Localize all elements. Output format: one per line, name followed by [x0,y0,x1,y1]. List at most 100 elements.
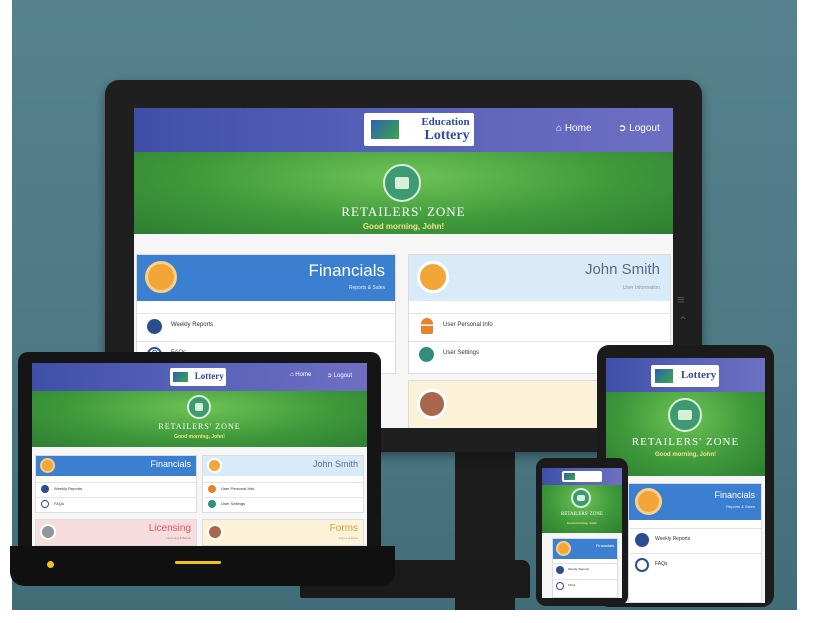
lottery-logo[interactable]: Education Lottery [364,113,474,146]
phone-greeting: Good morning, John! [566,521,598,525]
laptop-user-title: John Smith [312,459,358,469]
tablet-logo-text: Lottery [680,369,717,381]
tablet-faqs-label: FAQs [655,561,668,567]
tablet-weekly-reports-link[interactable]: Weekly Reports [629,528,761,553]
smartphone: RETAILERS' ZONE Good morning, John! Fina… [536,458,628,606]
nav-home-label: Home [564,123,592,134]
tablet-hero: RETAILERS' ZONE Good morning, John! [606,392,765,476]
tablet-screen: Lottery RETAILERS' ZONE Good morning, Jo… [606,358,765,603]
laptop-logo[interactable]: Lottery [170,368,226,386]
logout-icon: ➲ [327,373,333,379]
tablet-weekly-reports-label: Weekly Reports [655,536,691,542]
weekly-reports-link[interactable]: Weekly Reports [137,313,395,340]
laptop-personal-info-link[interactable]: User Personal Info [203,482,363,497]
report-icon [556,541,571,556]
tablet-zone-title: RETAILERS' ZONE [631,436,740,448]
user-name-title: John Smith [584,261,660,278]
person-icon [421,318,433,334]
laptop-settings-link[interactable]: User Settings [203,497,363,512]
question-icon [41,500,49,508]
forms-icon [417,389,447,419]
logout-icon: ➲ [618,123,627,134]
phone-faqs-link[interactable]: FAQs [553,579,617,594]
weekly-reports-icon [635,533,649,547]
laptop-weekly-reports-label: Weekly Reports [54,486,83,491]
phone-zone-title: RETAILERS' ZONE [560,512,604,517]
phone-weekly-reports-label: Weekly Reports [568,567,590,571]
top-nav-bar: Education Lottery ⌂ Home ➲ Logout [134,108,673,152]
forms-icon [207,524,223,540]
laptop-screen: Lottery ⌂ Home ➲ Logout RETAILERS' ZONE … [32,363,367,546]
phone-weekly-reports-link[interactable]: Weekly Reports [553,563,617,578]
settings-icon [208,500,216,508]
phone-logo[interactable] [562,471,602,482]
logo-mark-icon [655,369,673,383]
phone-financials-header: Financials [553,539,617,559]
greeting-text: Good morning, John! [362,222,445,231]
weekly-reports-label: Weekly Reports [171,322,214,328]
laptop-base [10,546,395,586]
phone-financials-card[interactable]: Financials Weekly Reports FAQs [552,538,618,598]
laptop-licensing-card[interactable]: Licensing Licensing & Bonds [35,519,197,546]
logo-mark-icon [564,473,575,480]
user-icon [417,261,449,293]
laptop-home-link[interactable]: ⌂ Home [290,372,311,378]
chevron-up-icon: ⌃ [678,314,689,328]
phone-screen: RETAILERS' ZONE Good morning, John! Fina… [542,468,622,598]
phone-faqs-label: FAQs [568,583,576,587]
report-icon [40,458,55,473]
laptop-logout-link[interactable]: ➲ Logout [327,372,352,379]
laptop-trackpad-indicator [175,561,221,564]
laptop-faqs-label: FAQs [54,501,65,506]
home-icon: ⌂ [556,123,563,134]
question-icon [635,558,649,572]
store-icon [383,164,421,202]
monitor-side-icon: ≡ [677,292,685,307]
weekly-reports-icon [147,319,162,334]
nav-home-link[interactable]: ⌂ Home [556,123,592,134]
laptop-forms-title: Forms [329,523,358,534]
laptop-personal-info-label: User Personal Info [221,486,255,491]
laptop-forms-card[interactable]: Forms Forms & Docs [202,519,364,546]
logo-text-1: Education [421,116,470,128]
user-icon [207,458,222,473]
laptop-nav-bar: Lottery ⌂ Home ➲ Logout [32,363,367,391]
settings-icon [419,347,434,362]
user-subtitle: User Information [623,285,660,291]
financials-card-header: Financials Reports & Sales [137,255,395,301]
tablet-financials-card[interactable]: Financials Reports & Sales Weekly Report… [628,483,762,603]
tablet-faqs-link[interactable]: FAQs [629,553,761,578]
store-icon [187,395,211,419]
nav-logout-label: Logout [629,123,660,134]
laptop-financials-card[interactable]: Financials Weekly Reports FAQs [35,455,197,513]
weekly-reports-icon [556,566,564,574]
tablet-logo[interactable]: Lottery [651,365,719,387]
laptop-weekly-reports-link[interactable]: Weekly Reports [36,482,196,497]
user-card-header: John Smith User Information [409,255,670,301]
user-personal-info-link[interactable]: User Personal Info [409,313,670,340]
user-settings-label: User Settings [443,350,480,356]
laptop-licensing-subtitle: Licensing & Bonds [166,536,191,540]
user-personal-info-label: User Personal Info [443,322,493,328]
nav-logout-link[interactable]: ➲ Logout [618,123,660,134]
laptop-logout-label: Logout [333,373,353,379]
licensing-icon [40,524,56,540]
home-icon: ⌂ [290,372,294,378]
phone-hero: RETAILERS' ZONE Good morning, John! [542,485,622,533]
logo-mark-icon [173,371,188,383]
financials-title: Financials [308,261,385,280]
laptop: Lottery ⌂ Home ➲ Logout RETAILERS' ZONE … [18,352,381,546]
laptop-user-card[interactable]: John Smith User Personal Info User Setti… [202,455,364,513]
tablet-financials-title: Financials [714,490,755,500]
report-icon [635,488,662,515]
laptop-faqs-link[interactable]: FAQs [36,497,196,512]
laptop-forms-subtitle: Forms & Docs [338,536,358,540]
financials-subtitle: Reports & Sales [348,285,385,291]
tablet-financials-header: Financials Reports & Sales [629,484,761,520]
laptop-financials-header: Financials [36,456,196,476]
report-icon [145,261,177,293]
laptop-logo-text: Lottery [194,371,224,381]
logo-text-2: Lottery [424,128,470,143]
laptop-licensing-title: Licensing [148,523,191,534]
laptop-financials-title: Financials [150,459,191,469]
